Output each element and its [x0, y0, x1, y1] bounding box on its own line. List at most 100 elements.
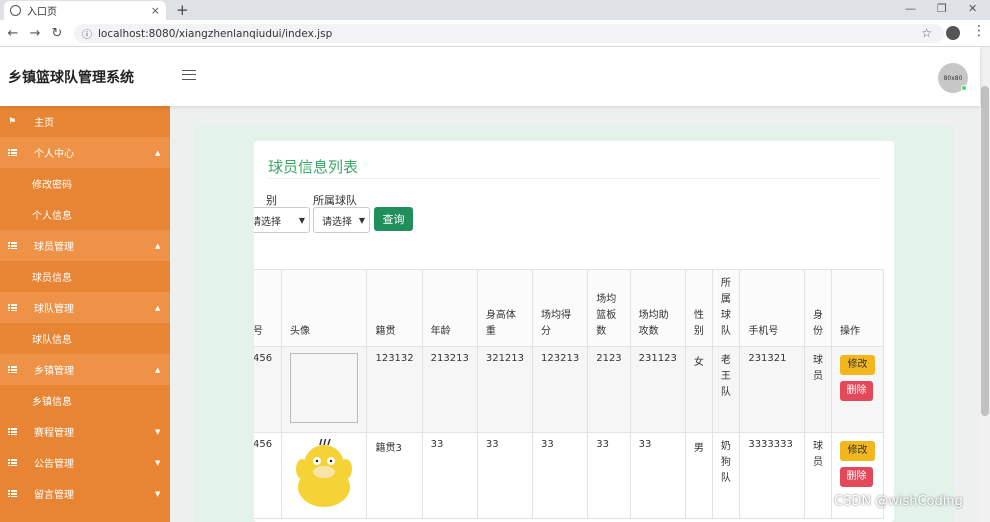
list-icon	[8, 304, 17, 311]
chevron-down-icon: ▼	[298, 215, 305, 225]
cell-height-weight: 321213	[476, 346, 534, 433]
list-icon	[8, 428, 17, 435]
edit-button[interactable]: 修改	[839, 355, 875, 375]
page-title: 球员信息列表	[268, 158, 359, 176]
sidebar-item-label: 球员管理	[34, 242, 74, 253]
chevron-up-icon: ▲	[155, 303, 161, 312]
back-arrow-icon[interactable]: ←	[2, 26, 24, 41]
sidebar-item-label: 球员信息	[32, 273, 72, 284]
sidebar-item-player-info[interactable]: 球员信息	[0, 261, 170, 292]
chevron-down-icon: ▼	[358, 215, 365, 225]
cell-team: 老王队	[711, 346, 741, 433]
sidebar-item-township-info[interactable]: 乡镇信息	[0, 385, 170, 416]
sidebar-item-personal-center[interactable]: 个人中心 ▲	[0, 137, 170, 168]
table-row: 456 123132 213213 321213 123213 2123 231…	[254, 346, 885, 433]
team-select-value: 请选择	[322, 216, 352, 228]
sidebar-item-home[interactable]: ⚑ 主页	[0, 106, 170, 137]
cell-avg-rebounds: 2123	[587, 346, 631, 433]
cell-hometown: 籍贯3	[366, 432, 423, 519]
cell-role: 球员	[803, 432, 832, 519]
browser-tab-bar: 入口页 × + — ❐ ✕	[0, 0, 990, 20]
sidebar-item-schedule-management[interactable]: 赛程管理 ▼	[0, 416, 170, 447]
table-header-row: 号 头像 籍贯 年龄 身高体重 场均得分 场均篮板数 场均助攻数 性别 所属球队…	[254, 269, 885, 347]
bookmark-star-icon[interactable]: ☆	[921, 26, 932, 40]
col-header: 手机号	[739, 269, 805, 347]
query-button[interactable]: 查询	[374, 207, 413, 231]
new-tab-button[interactable]: +	[176, 1, 189, 19]
chevron-down-icon: ▼	[155, 458, 161, 467]
cell-phone: 3333333	[739, 432, 805, 519]
app-title: 乡镇篮球队管理系统	[8, 70, 134, 86]
sidebar-item-player-management[interactable]: 球员管理 ▲	[0, 230, 170, 261]
col-header: 号	[254, 269, 282, 347]
chevron-up-icon: ▲	[155, 241, 161, 250]
col-header: 场均得分	[532, 269, 589, 347]
list-icon	[8, 242, 17, 249]
cell-gender: 男	[684, 432, 713, 519]
forward-arrow-icon[interactable]: →	[24, 26, 46, 41]
tab-title: 入口页	[27, 7, 57, 18]
chevron-down-icon: ▼	[155, 427, 161, 436]
sidebar-item-label: 球队信息	[32, 335, 72, 346]
cell-age: 213213	[421, 346, 478, 433]
list-icon	[8, 366, 17, 373]
sidebar-item-team-info[interactable]: 球队信息	[0, 323, 170, 354]
hamburger-menu-icon[interactable]	[182, 70, 196, 80]
globe-icon	[10, 5, 21, 16]
tab-close-icon[interactable]: ×	[151, 4, 160, 17]
col-header: 所属球队	[711, 269, 741, 347]
scrollbar-thumb[interactable]	[981, 86, 989, 416]
cell-avatar	[280, 346, 368, 433]
minimize-button[interactable]: —	[905, 2, 916, 15]
psyduck-avatar-image	[296, 436, 352, 507]
watermark: CSDN @wishCoding	[834, 494, 963, 509]
gender-select[interactable]: 请选择 ▼	[254, 207, 310, 233]
sidebar-item-label: 留言管理	[34, 490, 74, 501]
sidebar-item-message-management[interactable]: 留言管理 ▼	[0, 478, 170, 509]
broken-image-icon	[290, 353, 358, 423]
profile-icon[interactable]	[946, 26, 960, 40]
window-close-button[interactable]: ✕	[968, 2, 977, 15]
url-text: localhost:8080/xiangzhenlanqiudui/index.…	[98, 27, 333, 40]
sidebar-item-notice-management[interactable]: 公告管理 ▼	[0, 447, 170, 478]
cell-avg-points: 33	[532, 432, 589, 519]
cell-avg-points: 123213	[532, 346, 589, 433]
gender-select-value: 请选择	[254, 216, 281, 228]
app-header: 乡镇篮球队管理系统 80x80	[0, 47, 980, 106]
cell-gender: 女	[684, 346, 713, 433]
sidebar-item-personal-info[interactable]: 个人信息	[0, 199, 170, 230]
cell-height-weight: 33	[476, 432, 534, 519]
chevron-down-icon: ▼	[155, 489, 161, 498]
gender-filter-label: 别	[266, 194, 277, 207]
restore-button[interactable]: ❐	[937, 2, 947, 15]
col-header: 场均篮板数	[587, 269, 631, 347]
table-row: 456 籍贯3 33 33 33 33 33 男 奶狗队 3333333 球员 …	[254, 432, 885, 519]
delete-button[interactable]: 删除	[839, 381, 873, 401]
delete-button[interactable]: 删除	[839, 467, 873, 487]
edit-button[interactable]: 修改	[839, 441, 875, 461]
cell-avg-assists: 33	[629, 432, 686, 519]
chevron-up-icon: ▲	[155, 148, 161, 157]
sidebar-item-label: 个人信息	[32, 211, 72, 222]
reload-icon[interactable]: ↻	[46, 26, 68, 41]
sidebar-item-township-management[interactable]: 乡镇管理 ▲	[0, 354, 170, 385]
sidebar-item-label: 球队管理	[34, 304, 74, 315]
browser-tab[interactable]: 入口页 ×	[4, 1, 166, 20]
col-header: 身份	[803, 269, 832, 347]
sidebar-item-change-password[interactable]: 修改密码	[0, 168, 170, 199]
col-header: 操作	[830, 269, 885, 347]
menu-kebab-icon[interactable]: ⋮	[972, 23, 986, 39]
player-list-card: 球员信息列表 别 请选择 ▼ 所属球队 请选择 ▼ 查询 号 头像 籍贯 年龄 …	[254, 141, 894, 522]
sidebar-item-label: 主页	[34, 118, 54, 129]
col-header: 年龄	[421, 269, 478, 347]
cell-number: 456	[254, 432, 282, 519]
team-select[interactable]: 请选择 ▼	[313, 207, 370, 233]
cell-team: 奶狗队	[711, 432, 741, 519]
url-field[interactable]: ⓘ localhost:8080/xiangzhenlanqiudui/inde…	[74, 24, 944, 43]
sidebar-item-team-management[interactable]: 球队管理 ▲	[0, 292, 170, 323]
sidebar-item-label: 乡镇信息	[32, 397, 72, 408]
col-header: 籍贯	[366, 269, 423, 347]
col-header: 性别	[684, 269, 713, 347]
title-divider	[268, 178, 880, 179]
cell-avg-assists: 231123	[629, 346, 686, 433]
